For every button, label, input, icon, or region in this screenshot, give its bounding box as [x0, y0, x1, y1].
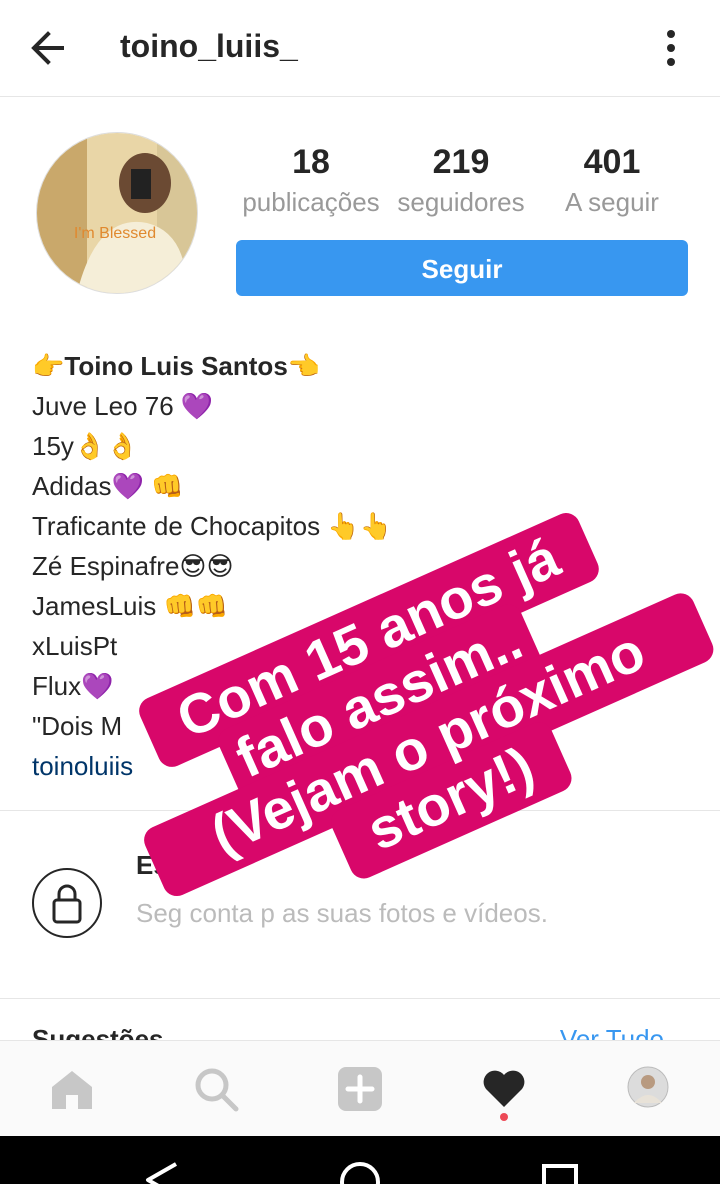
bio-line: Adidas💜 👊 [32, 471, 184, 501]
bio-website-link[interactable]: toinoluiis [32, 746, 682, 786]
system-recents-icon[interactable] [542, 1164, 578, 1189]
stat-posts[interactable]: 18 publicações [236, 140, 386, 220]
bio-line: xLuisPt [32, 631, 118, 661]
stat-following-label: A seguir [565, 187, 659, 217]
profile-avatar-icon[interactable] [626, 1065, 674, 1113]
system-home-icon[interactable] [340, 1162, 380, 1189]
more-options-icon[interactable] [656, 26, 686, 70]
stat-following[interactable]: 401 A seguir [537, 140, 687, 220]
home-icon[interactable] [48, 1065, 96, 1113]
system-navigation-bar [0, 1136, 720, 1189]
add-post-icon[interactable] [336, 1065, 384, 1113]
system-back-icon[interactable] [146, 1162, 177, 1189]
stat-posts-count: 18 [292, 143, 330, 181]
lock-icon [32, 868, 102, 938]
stat-followers[interactable]: 219 seguidores [386, 140, 536, 220]
search-icon[interactable] [192, 1065, 240, 1113]
bio-line: JamesLuis 👊👊 [32, 591, 229, 621]
private-account-title: Es [136, 850, 168, 880]
back-arrow-icon[interactable] [28, 26, 68, 70]
bio-line: Flux💜 [32, 671, 114, 701]
stat-following-count: 401 [583, 143, 641, 181]
bio-line: 15y👌👌 [32, 431, 139, 461]
bio-line: Zé Espinafre😎😎 [32, 551, 234, 581]
private-account-text: Seg conta p as suas fotos e vídeos. [136, 898, 548, 928]
stat-posts-label: publicações [242, 187, 380, 217]
heart-icon[interactable] [480, 1065, 528, 1121]
divider [0, 810, 720, 811]
divider [0, 998, 720, 999]
follow-button[interactable]: Seguir [236, 240, 688, 296]
stat-followers-label: seguidores [397, 187, 525, 217]
bio-line: Juve Leo 76 💜 [32, 391, 214, 421]
bio-full-name: 👉Toino Luis Santos👈 [32, 351, 321, 381]
profile-bio: 👉Toino Luis Santos👈 Juve Leo 76 💜 15y👌👌 … [32, 346, 682, 786]
top-bar: toino_luiis_ [0, 0, 720, 97]
stat-followers-count: 219 [432, 143, 490, 181]
avatar-caption: I'm Blessed [74, 225, 156, 242]
profile-username: toino_luiis_ [120, 28, 298, 64]
profile-avatar[interactable]: I'm Blessed [36, 132, 198, 294]
bottom-navigation [0, 1040, 720, 1137]
bio-line: "Dois M [32, 711, 123, 741]
bio-line: Traficante de Chocapitos 👆👆 [32, 511, 393, 541]
